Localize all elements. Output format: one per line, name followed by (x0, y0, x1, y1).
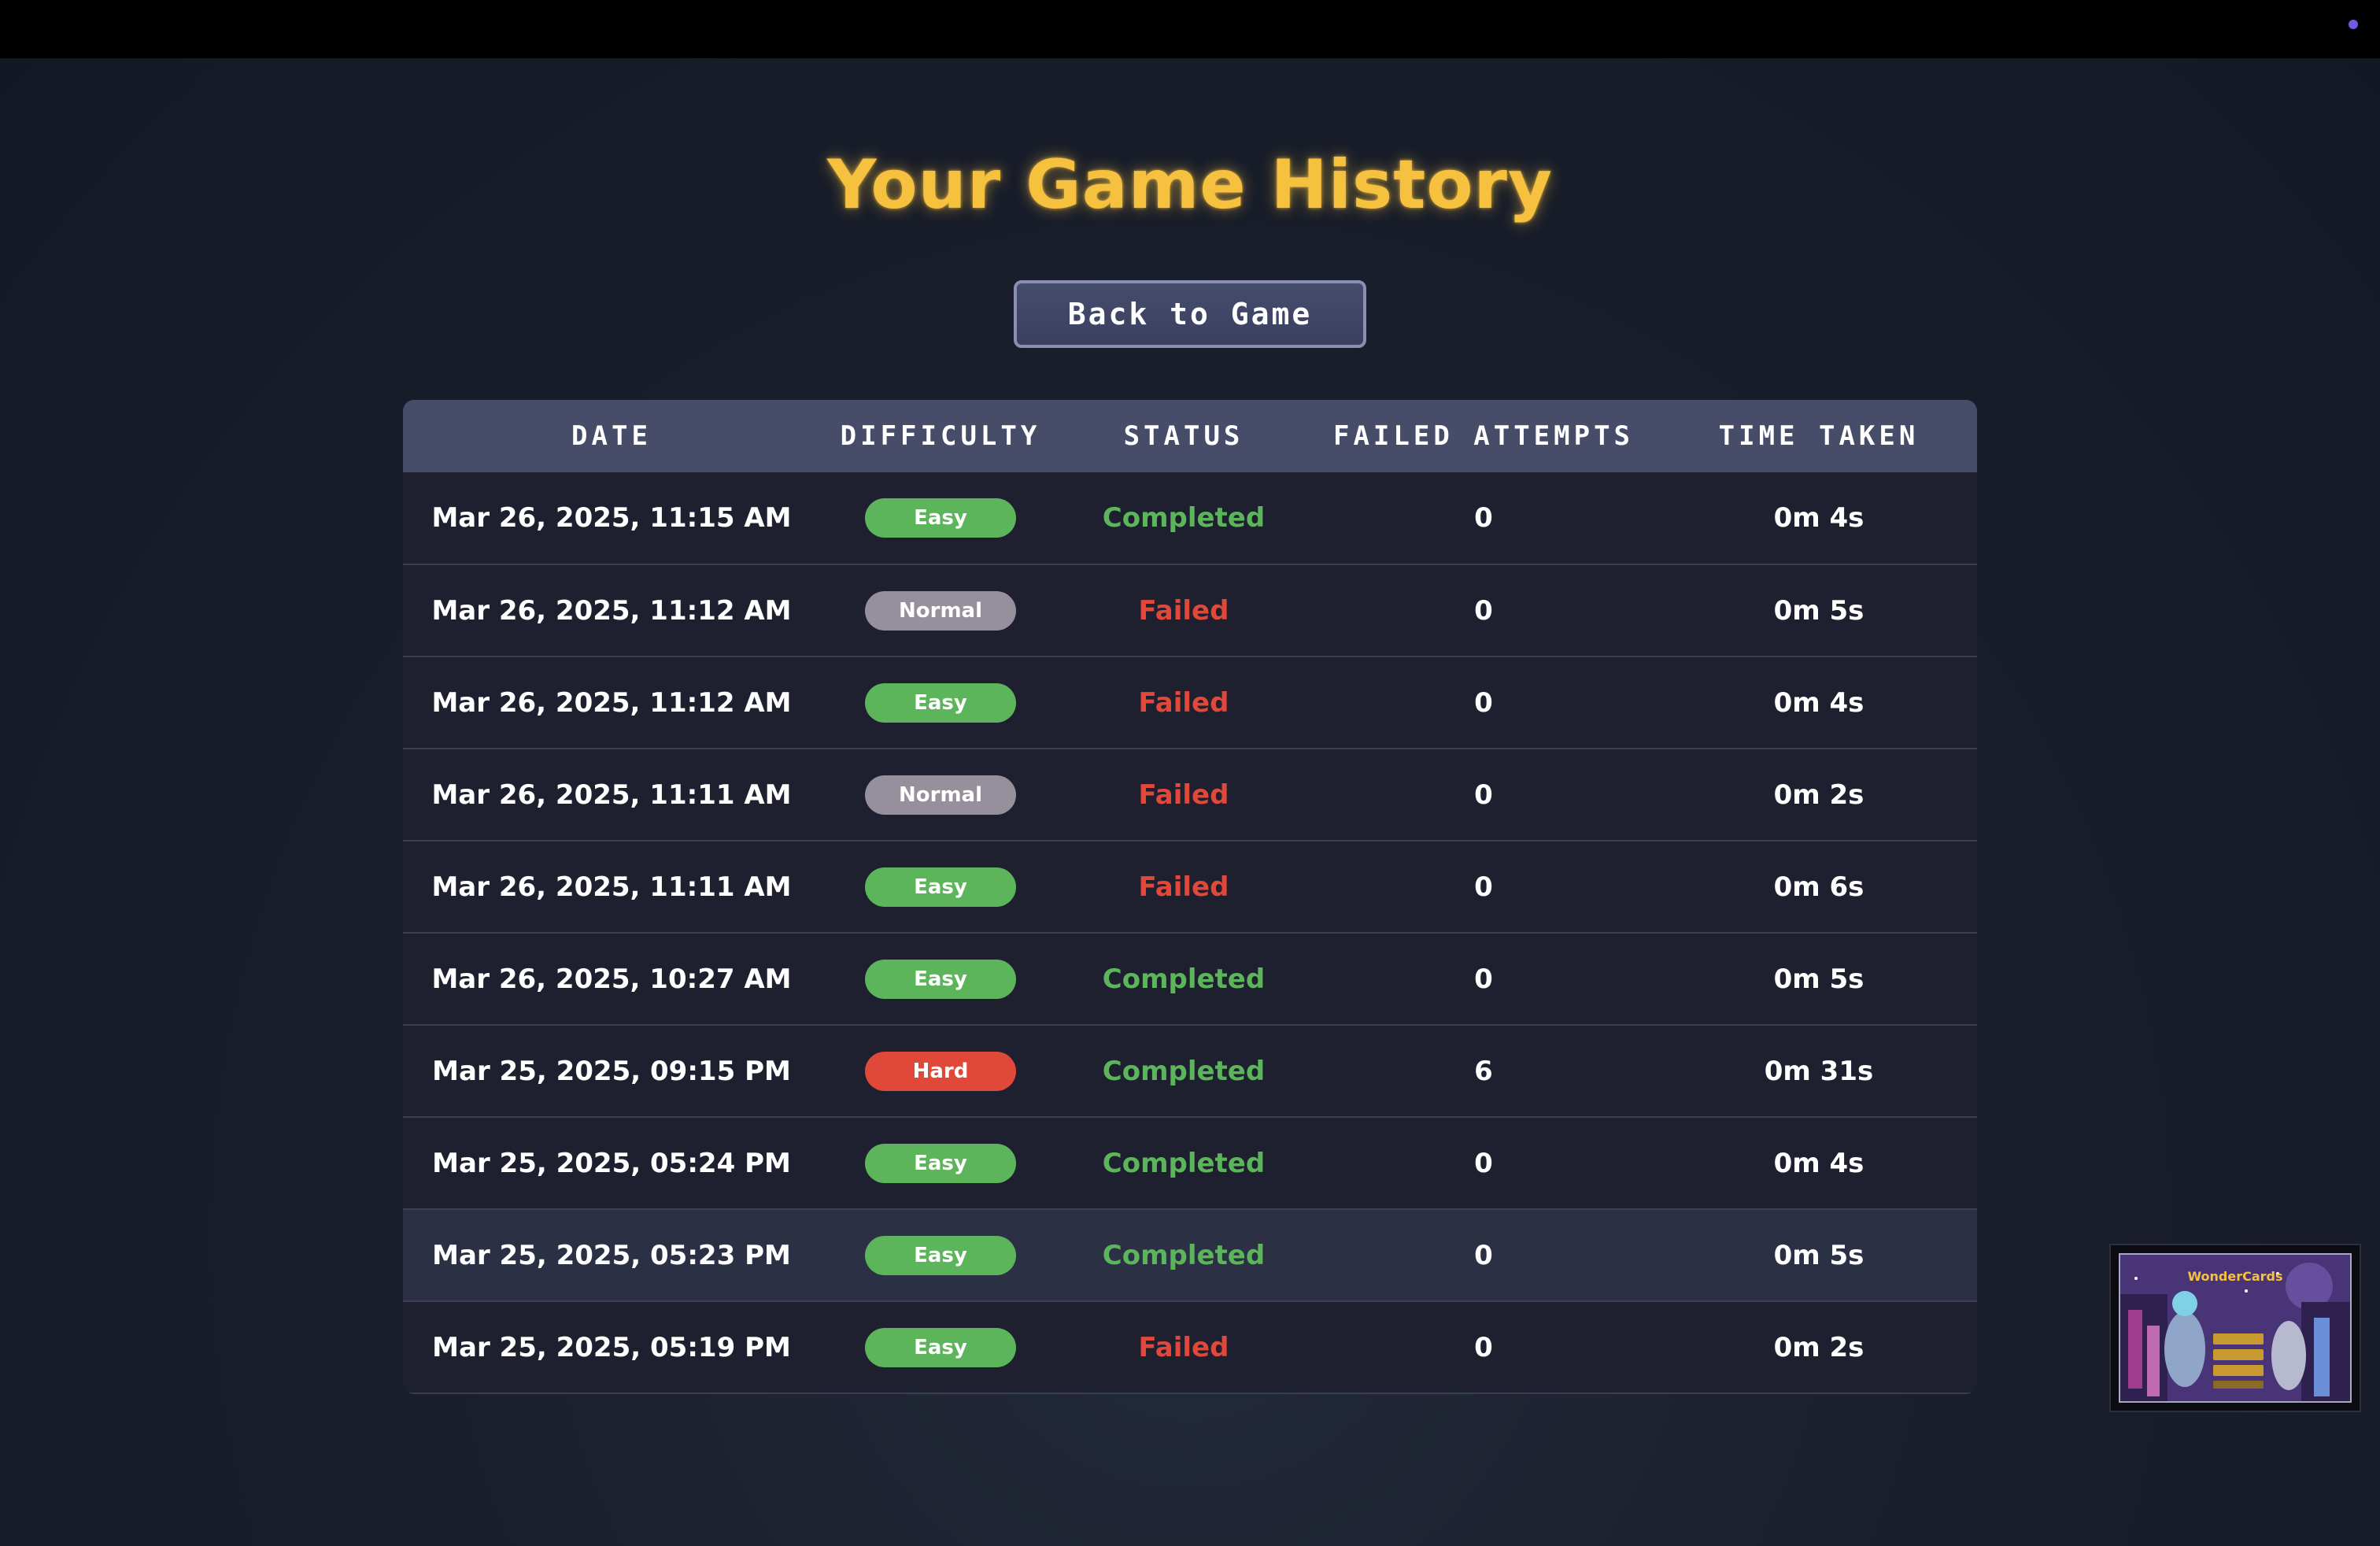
cell-difficulty: Easy (820, 1117, 1061, 1209)
table-row: Mar 26, 2025, 11:15 AM Easy Completed 0 0m 4… (403, 472, 1977, 564)
difficulty-badge: Easy (865, 959, 1016, 999)
cell-failed-attempts: 6 (1474, 1055, 1493, 1087)
game-history-table: DATE DIFFICULTY STATUS FAILED ATTEMPTS T… (403, 400, 1977, 1394)
difficulty-badge: Easy (865, 682, 1016, 723)
cell-failed-attempts: 0 (1474, 871, 1493, 903)
difficulty-badge: Easy (865, 498, 1016, 538)
cell-time-taken: 0m 2s (1773, 1331, 1864, 1363)
table-row: Mar 25, 2025, 09:15 PM Hard Completed 6 0m 3… (403, 1025, 1977, 1117)
status-text: Completed (1102, 502, 1266, 534)
status-text: Completed (1102, 1055, 1266, 1087)
cell-status: Failed (1061, 564, 1306, 656)
table-row: Mar 25, 2025, 05:24 PM Easy Completed 0 0m 4… (403, 1117, 1977, 1209)
table-header-row: DATE DIFFICULTY STATUS FAILED ATTEMPTS T… (403, 400, 1977, 472)
cell-time-taken: 0m 31s (1764, 1055, 1874, 1087)
header-date: DATE (571, 420, 652, 452)
table-header: DATE DIFFICULTY STATUS FAILED ATTEMPTS T… (403, 400, 1977, 472)
cell-time-taken: 0m 4s (1773, 686, 1864, 719)
game-preview-image: WonderCards (2119, 1253, 2352, 1403)
cell-time-taken: 0m 5s (1773, 1239, 1864, 1271)
cell-failed-attempts: 0 (1474, 1331, 1493, 1363)
cell-status: Completed (1061, 933, 1306, 1025)
difficulty-badge: Hard (865, 1051, 1016, 1091)
cell-time-taken: 0m 5s (1773, 594, 1864, 627)
cell-status: Completed (1061, 1025, 1306, 1117)
cell-difficulty: Easy (820, 1209, 1061, 1301)
difficulty-badge: Easy (865, 867, 1016, 907)
cell-failed-attempts: 0 (1474, 686, 1493, 719)
cell-date: Mar 25, 2025, 05:23 PM (432, 1239, 791, 1271)
cell-date: Mar 26, 2025, 11:11 AM (431, 779, 792, 811)
table-row: Mar 26, 2025, 10:27 AM Easy Completed 0 0m 5… (403, 933, 1977, 1025)
status-text: Completed (1102, 963, 1266, 995)
cell-date: Mar 25, 2025, 05:19 PM (432, 1331, 791, 1363)
status-text: Completed (1102, 1239, 1266, 1271)
cell-difficulty: Hard (820, 1025, 1061, 1117)
cell-date: Mar 26, 2025, 11:11 AM (431, 871, 792, 903)
difficulty-badge: Normal (865, 590, 1016, 631)
table-row: Mar 26, 2025, 11:12 AM Normal Failed 0 0m 5s (403, 564, 1977, 656)
cell-difficulty: Easy (820, 472, 1061, 564)
cell-difficulty: Easy (820, 656, 1061, 749)
status-text: Failed (1138, 1331, 1229, 1363)
cell-failed-attempts: 0 (1474, 779, 1493, 811)
cell-time-taken: 0m 5s (1773, 963, 1864, 995)
cell-time-taken: 0m 4s (1773, 1147, 1864, 1179)
header-difficulty: DIFFICULTY (840, 420, 1041, 452)
cell-date: Mar 26, 2025, 11:12 AM (431, 594, 792, 627)
cell-date: Mar 26, 2025, 11:12 AM (431, 686, 792, 719)
table-row: Mar 26, 2025, 11:11 AM Normal Failed 0 0m 2s (403, 749, 1977, 841)
page-title: Your Game History (827, 146, 1553, 224)
header-failed-attempts: FAILED ATTEMPTS (1332, 420, 1635, 452)
thumbnail-title: WonderCards (2187, 1269, 2283, 1284)
difficulty-badge: Easy (865, 1235, 1016, 1275)
difficulty-badge: Easy (865, 1143, 1016, 1183)
cell-status: Completed (1061, 472, 1306, 564)
cell-status: Failed (1061, 841, 1306, 933)
cell-failed-attempts: 0 (1474, 963, 1493, 995)
cell-time-taken: 0m 4s (1773, 502, 1864, 534)
cell-date: Mar 25, 2025, 05:24 PM (432, 1147, 791, 1179)
cell-failed-attempts: 0 (1474, 594, 1493, 627)
header-status: STATUS (1123, 420, 1244, 452)
cell-difficulty: Normal (820, 749, 1061, 841)
cell-status: Failed (1061, 656, 1306, 749)
status-text: Failed (1138, 686, 1229, 719)
difficulty-badge: Easy (865, 1327, 1016, 1367)
table-body: Mar 26, 2025, 11:15 AM Easy Completed 0 0m 4… (403, 472, 1977, 1393)
cell-failed-attempts: 0 (1474, 502, 1493, 534)
cell-difficulty: Easy (820, 933, 1061, 1025)
status-dot-icon (2349, 20, 2358, 29)
cell-status: Completed (1061, 1117, 1306, 1209)
cell-date: Mar 25, 2025, 09:15 PM (432, 1055, 791, 1087)
game-preview-thumbnail[interactable]: WonderCards (2111, 1245, 2360, 1411)
table-row: Mar 26, 2025, 11:12 AM Easy Failed 0 0m 4s (403, 656, 1977, 749)
table-row: Mar 25, 2025, 05:23 PM Easy Completed 0 0m 5… (403, 1209, 1977, 1301)
status-text: Failed (1138, 594, 1229, 627)
cell-failed-attempts: 0 (1474, 1147, 1493, 1179)
cell-difficulty: Normal (820, 564, 1061, 656)
cell-failed-attempts: 0 (1474, 1239, 1493, 1271)
cell-status: Completed (1061, 1209, 1306, 1301)
cell-time-taken: 0m 2s (1773, 779, 1864, 811)
status-text: Completed (1102, 1147, 1266, 1179)
table-row: Mar 26, 2025, 11:11 AM Easy Failed 0 0m 6s (403, 841, 1977, 933)
cell-date: Mar 26, 2025, 11:15 AM (431, 502, 792, 534)
status-text: Failed (1138, 779, 1229, 811)
cell-time-taken: 0m 6s (1773, 871, 1864, 903)
status-text: Failed (1138, 871, 1229, 903)
back-to-game-button[interactable]: Back to Game (1014, 280, 1366, 348)
top-bar (0, 0, 2380, 58)
cell-date: Mar 26, 2025, 10:27 AM (431, 963, 792, 995)
difficulty-badge: Normal (865, 775, 1016, 815)
cell-difficulty: Easy (820, 841, 1061, 933)
table-row: Mar 25, 2025, 05:19 PM Easy Failed 0 0m 2s (403, 1301, 1977, 1393)
header-time-taken: TIME TAKEN (1718, 420, 1920, 452)
cell-status: Failed (1061, 1301, 1306, 1393)
cell-status: Failed (1061, 749, 1306, 841)
cell-difficulty: Easy (820, 1301, 1061, 1393)
